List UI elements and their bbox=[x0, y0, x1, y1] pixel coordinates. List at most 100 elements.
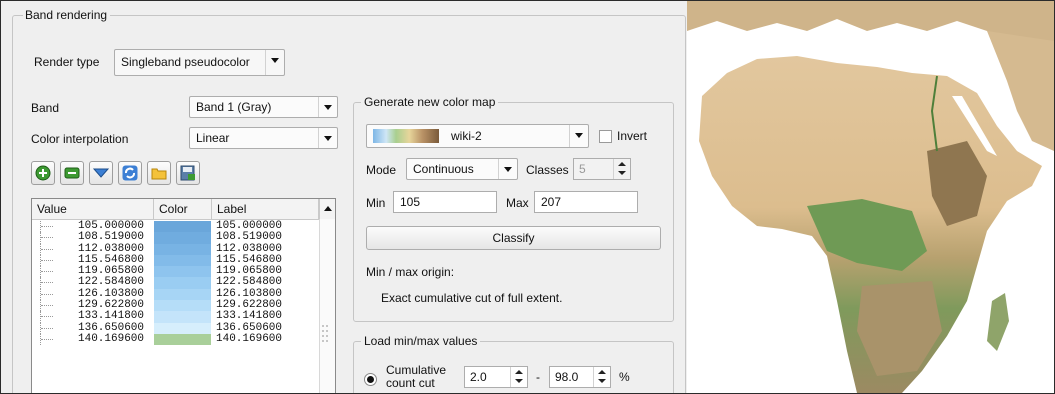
classes-value: 5 bbox=[579, 162, 586, 176]
scroll-up-button[interactable] bbox=[319, 199, 335, 219]
spin-arrows-icon[interactable] bbox=[510, 367, 527, 387]
tree-branch bbox=[40, 311, 55, 323]
row-label[interactable]: 108.519000 bbox=[216, 232, 282, 243]
vertical-scrollbar[interactable] bbox=[319, 219, 335, 393]
add-entry-icon bbox=[35, 165, 51, 181]
save-export-icon bbox=[180, 165, 195, 181]
row-color-swatch[interactable] bbox=[154, 300, 211, 312]
classes-spinbox[interactable]: 5 bbox=[573, 158, 631, 180]
tree-branch bbox=[40, 322, 55, 334]
chevron-down-icon bbox=[93, 168, 109, 178]
minmax-origin-value: Exact cumulative cut of full extent. bbox=[381, 291, 563, 305]
africa-elevation-map bbox=[687, 1, 1054, 393]
tree-branch bbox=[40, 221, 55, 233]
row-color-swatch[interactable] bbox=[154, 266, 211, 278]
add-entry-button[interactable] bbox=[31, 161, 55, 185]
row-color-swatch[interactable] bbox=[154, 254, 211, 267]
range-dash: - bbox=[536, 370, 540, 384]
row-value[interactable]: 108.519000 bbox=[78, 232, 144, 243]
row-color-swatch[interactable] bbox=[154, 322, 211, 334]
color-ramp-name: wiki-2 bbox=[451, 129, 482, 143]
classes-label: Classes bbox=[526, 163, 569, 177]
open-folder-button[interactable] bbox=[147, 161, 171, 185]
tree-branch bbox=[40, 300, 55, 312]
row-color-swatch[interactable] bbox=[154, 288, 211, 301]
tree-branch bbox=[40, 243, 55, 255]
cumulative-low-spinbox[interactable]: 2.0 bbox=[464, 366, 528, 388]
resize-grip-icon[interactable] bbox=[321, 323, 331, 347]
load-minmax-title: Load min/max values bbox=[361, 334, 481, 348]
row-label[interactable]: 140.169600 bbox=[216, 333, 282, 345]
remove-entry-icon bbox=[64, 167, 80, 179]
column-header-color[interactable]: Color bbox=[154, 199, 212, 219]
table-row[interactable]: 108.519000 108.519000 bbox=[32, 232, 319, 244]
row-label[interactable]: 133.141800 bbox=[216, 311, 282, 322]
row-value[interactable]: 133.141800 bbox=[78, 311, 144, 322]
spin-arrows-icon[interactable] bbox=[593, 367, 610, 387]
row-value[interactable]: 112.038000 bbox=[78, 243, 144, 255]
row-label[interactable]: 112.038000 bbox=[216, 243, 282, 255]
row-color-swatch[interactable] bbox=[154, 243, 211, 255]
row-color-swatch[interactable] bbox=[154, 277, 211, 289]
band-value: Band 1 (Gray) bbox=[196, 100, 272, 114]
generate-color-map-title: Generate new color map bbox=[361, 95, 499, 109]
chevron-down-icon bbox=[569, 125, 588, 147]
cumulative-high-value: 98.0 bbox=[555, 370, 579, 384]
layer-properties-panel: Band rendering Render type Singleband ps… bbox=[1, 1, 687, 393]
cumulative-high-spinbox[interactable]: 98.0 bbox=[549, 366, 611, 388]
color-interpolation-value: Linear bbox=[196, 131, 230, 145]
color-ramp-select[interactable]: wiki-2 bbox=[366, 124, 589, 148]
map-canvas[interactable] bbox=[687, 1, 1054, 393]
max-input[interactable]: 207 bbox=[534, 191, 638, 213]
band-rendering-title: Band rendering bbox=[25, 8, 108, 22]
min-input[interactable]: 105 bbox=[393, 191, 497, 213]
minmax-origin-label: Min / max origin: bbox=[366, 265, 455, 279]
render-type-select[interactable]: Singleband pseudocolor bbox=[114, 49, 285, 76]
row-color-swatch[interactable] bbox=[154, 221, 211, 233]
row-color-swatch[interactable] bbox=[154, 311, 211, 323]
row-value[interactable]: 122.584800 bbox=[78, 277, 144, 288]
chevron-down-icon bbox=[318, 97, 337, 117]
mode-select[interactable]: Continuous bbox=[406, 158, 518, 180]
band-rendering-header[interactable]: Band rendering bbox=[23, 8, 111, 22]
row-label[interactable]: 122.584800 bbox=[216, 277, 282, 288]
max-label: Max bbox=[506, 196, 529, 210]
tree-branch bbox=[40, 288, 55, 301]
row-color-swatch[interactable] bbox=[154, 232, 211, 244]
refresh-button[interactable] bbox=[118, 161, 142, 185]
cumulative-label-line2: count cut bbox=[386, 376, 435, 390]
remove-entry-button[interactable] bbox=[60, 161, 84, 185]
mode-value: Continuous bbox=[413, 162, 474, 176]
tree-branch bbox=[40, 254, 55, 267]
invert-checkbox[interactable] bbox=[599, 130, 612, 143]
spin-arrows-icon[interactable] bbox=[613, 159, 630, 179]
band-select[interactable]: Band 1 (Gray) bbox=[189, 96, 338, 118]
color-map-table[interactable]: Value Color Label 105.000000 105.000000 10… bbox=[31, 198, 336, 393]
band-label: Band bbox=[31, 101, 60, 115]
load-from-band-button[interactable] bbox=[89, 161, 113, 185]
row-value[interactable]: 140.169600 bbox=[78, 333, 144, 345]
cumulative-count-cut-radio[interactable] bbox=[364, 373, 377, 386]
table-rows: 105.000000 105.000000 108.519000 108.519000… bbox=[32, 221, 319, 346]
percent-unit: % bbox=[619, 370, 630, 384]
export-button[interactable] bbox=[176, 161, 200, 185]
table-row[interactable]: 140.169600 140.169600 bbox=[32, 333, 319, 346]
table-row[interactable]: 133.141800 133.141800 bbox=[32, 311, 319, 323]
tree-branch bbox=[40, 333, 55, 346]
chevron-down-icon bbox=[498, 159, 517, 179]
classify-button[interactable]: Classify bbox=[366, 226, 661, 250]
column-header-label[interactable]: Label bbox=[212, 199, 319, 219]
table-header: Value Color Label bbox=[32, 199, 319, 220]
min-label: Min bbox=[366, 196, 386, 210]
color-interpolation-label: Color interpolation bbox=[31, 132, 129, 146]
render-type-label: Render type bbox=[34, 55, 100, 69]
tree-branch bbox=[40, 232, 55, 244]
open-folder-icon bbox=[151, 168, 167, 180]
color-interpolation-select[interactable]: Linear bbox=[189, 127, 338, 149]
render-type-value: Singleband pseudocolor bbox=[121, 55, 250, 69]
tree-branch bbox=[40, 266, 55, 278]
row-color-swatch[interactable] bbox=[154, 333, 211, 346]
column-header-value[interactable]: Value bbox=[32, 199, 154, 219]
refresh-icon bbox=[122, 165, 138, 181]
cumulative-count-cut-label: Cumulative count cut bbox=[386, 364, 446, 390]
